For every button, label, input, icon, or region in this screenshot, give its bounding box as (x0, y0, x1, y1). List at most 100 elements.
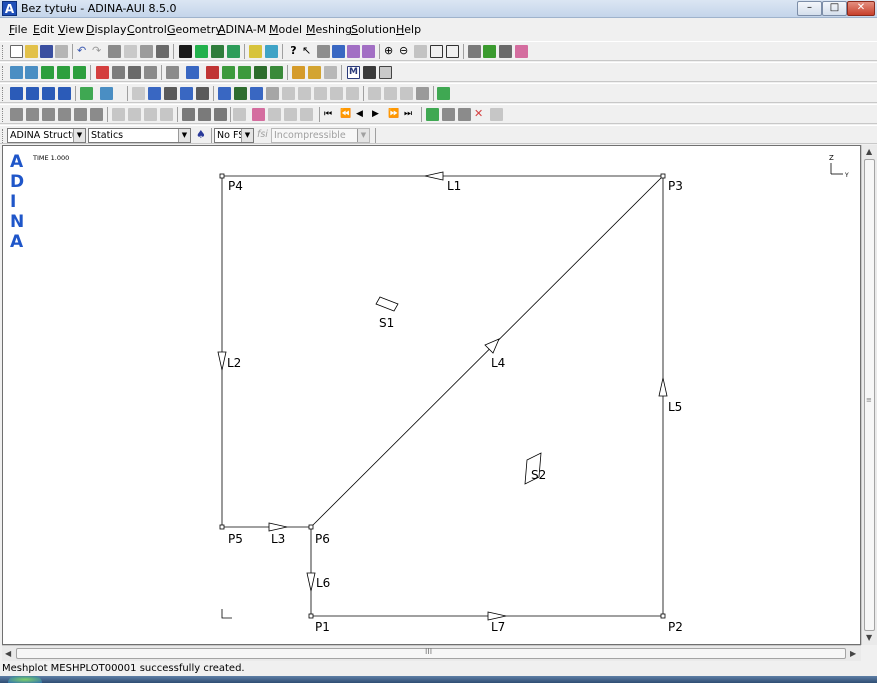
define-points-icon[interactable] (10, 66, 23, 79)
results-reaction-icon[interactable] (74, 108, 87, 121)
menu-model[interactable]: Model (269, 23, 302, 36)
chevron-down-icon[interactable]: ▼ (73, 129, 85, 142)
load-step-icon[interactable] (233, 108, 246, 121)
previous-step-icon[interactable]: ◀ (356, 108, 369, 121)
results-properties-icon[interactable] (490, 108, 503, 121)
coordinate-system-icon[interactable] (166, 66, 179, 79)
results-deformed-icon[interactable] (26, 108, 39, 121)
fast-forward-icon[interactable]: ⏩ (388, 108, 401, 121)
scroll-right-icon[interactable]: ▶ (850, 649, 856, 658)
scroll-left-icon[interactable]: ◀ (5, 649, 11, 658)
mesh-surfaces-icon[interactable]: M (347, 66, 360, 79)
grid-icon[interactable] (368, 87, 381, 100)
menu-meshing[interactable]: Meshing (306, 23, 352, 36)
band-plot-icon[interactable] (499, 45, 512, 58)
mesh-volumes-icon[interactable] (363, 66, 376, 79)
mesh-plot-icon[interactable] (179, 45, 192, 58)
time-function-icon[interactable] (252, 108, 265, 121)
delete-geometry-icon[interactable] (96, 66, 109, 79)
delete-mesh-icon[interactable] (379, 66, 392, 79)
analysis-assumptions-icon[interactable]: ♠ (196, 129, 209, 142)
surface-labels-icon[interactable] (218, 87, 231, 100)
load-symbols-icon[interactable] (132, 87, 145, 100)
graph-icon[interactable] (515, 45, 528, 58)
pick-icon[interactable] (140, 45, 153, 58)
frame-icon[interactable] (300, 108, 313, 121)
define-lines-icon[interactable] (25, 66, 38, 79)
load-icon[interactable] (206, 66, 219, 79)
measure-icon[interactable] (400, 87, 413, 100)
menu-display[interactable]: Display (86, 23, 127, 36)
zoom-window-icon[interactable] (414, 45, 427, 58)
adina-app-icon[interactable]: A (2, 1, 17, 16)
save-results-icon[interactable] (426, 108, 439, 121)
solid-plot-icon[interactable] (195, 45, 208, 58)
results-zone-icon[interactable] (128, 108, 141, 121)
boundary-symbols-icon[interactable] (100, 87, 113, 100)
scroll-up-icon[interactable]: ▲ (866, 147, 872, 156)
menu-adina-m[interactable]: ADINA-M (218, 23, 266, 36)
menu-solution[interactable]: Solution (351, 23, 396, 36)
toolbar-grip[interactable] (2, 108, 5, 122)
model-drawing[interactable]: A D I N A TIME 1.000 Z Y P1 P2 P3 P4 P5 … (3, 146, 860, 644)
node-symbols-icon[interactable] (80, 87, 93, 100)
results-graph-icon[interactable] (198, 108, 211, 121)
undo-icon[interactable]: ↶ (77, 45, 90, 58)
triad-icon[interactable] (250, 87, 263, 100)
wireframe-icon[interactable] (330, 87, 343, 100)
filter-icon[interactable] (108, 45, 121, 58)
point-p1-marker[interactable] (308, 613, 314, 619)
line-labels-icon[interactable] (196, 87, 209, 100)
define-bodies-icon[interactable] (73, 66, 86, 79)
rotate-screen-icon[interactable] (362, 45, 375, 58)
edit-plot-icon[interactable] (227, 45, 240, 58)
results-combination-icon[interactable] (160, 108, 173, 121)
apply-fixity-icon[interactable] (238, 66, 251, 79)
line-l4[interactable] (310, 175, 664, 528)
element-numbers-icon[interactable] (148, 87, 161, 100)
open-folder-icon[interactable] (25, 45, 38, 58)
model-tree-icon[interactable] (211, 45, 224, 58)
horizontal-scrollbar[interactable]: ◀ III ▶ (2, 645, 861, 661)
maximize-button[interactable]: □ (822, 1, 847, 16)
pan-icon[interactable] (332, 45, 345, 58)
scroll-down-icon[interactable]: ▼ (866, 633, 872, 642)
results-mesh-icon[interactable] (10, 108, 23, 121)
zoom-fit-icon[interactable] (430, 45, 443, 58)
fsi-select[interactable]: No FS ▼ (214, 128, 254, 143)
graphics-canvas[interactable]: A D I N A TIME 1.000 Z Y P1 P2 P3 P4 P5 … (2, 145, 861, 645)
mesh-density-icon[interactable] (324, 66, 337, 79)
redo-icon[interactable]: ↷ (92, 45, 105, 58)
boundary-plot-icon[interactable] (265, 45, 278, 58)
results-plot-icon[interactable] (214, 108, 227, 121)
zoom-out-icon[interactable]: ⊖ (399, 45, 412, 58)
title-bar[interactable]: A Bez tytułu - ADINA-AUI 8.5.0 – □ ✕ (0, 0, 877, 18)
movie-icon[interactable] (284, 108, 297, 121)
toolbar-grip[interactable] (2, 66, 5, 80)
point-p6-marker[interactable] (308, 524, 314, 530)
program-module-select[interactable]: ADINA Structur ▼ (7, 128, 86, 143)
pause-icon[interactable] (416, 87, 429, 100)
results-table-icon[interactable] (112, 108, 125, 121)
toolbar-grip[interactable] (2, 45, 5, 59)
start-button[interactable] (8, 676, 42, 683)
probe-icon[interactable] (156, 45, 169, 58)
define-volumes-icon[interactable] (57, 66, 70, 79)
chevron-down-icon[interactable]: ▼ (241, 129, 253, 142)
node-numbers-icon[interactable] (164, 87, 177, 100)
rotate-icon[interactable] (347, 45, 360, 58)
import-results-icon[interactable] (458, 108, 471, 121)
menu-control[interactable]: Control (127, 23, 167, 36)
point-p5-marker[interactable] (219, 524, 225, 530)
delete-results-icon[interactable]: ✕ (474, 108, 487, 121)
menu-view[interactable]: View (58, 23, 84, 36)
volume-labels-icon[interactable] (234, 87, 247, 100)
load-plot-icon[interactable] (249, 45, 262, 58)
point-labels-icon[interactable] (180, 87, 193, 100)
zoom-in-icon[interactable]: ⊕ (384, 45, 397, 58)
query-point-icon[interactable] (317, 45, 330, 58)
delete-lines-icon[interactable] (112, 66, 125, 79)
results-variable-icon[interactable] (144, 108, 157, 121)
axes-icon[interactable] (266, 87, 279, 100)
next-step-icon[interactable]: ▶ (372, 108, 385, 121)
